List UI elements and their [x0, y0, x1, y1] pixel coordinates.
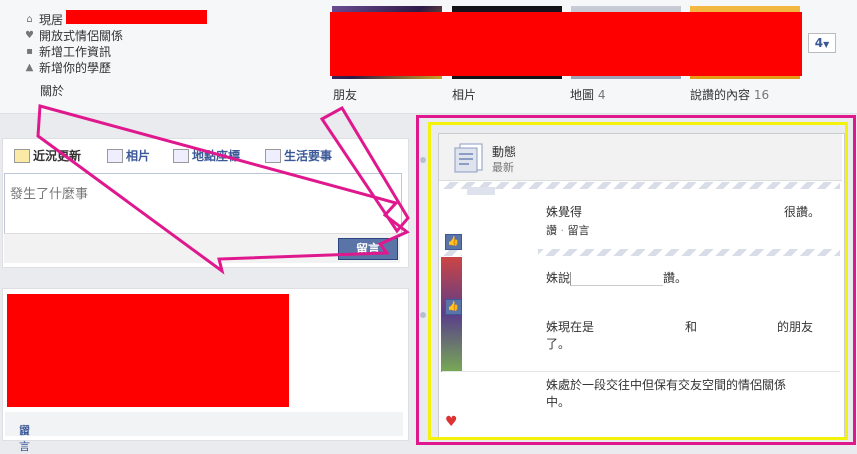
- annotation-arrow: [319, 105, 410, 234]
- annotation-arrow: [36, 104, 410, 275]
- annotation-arrows: [36, 104, 410, 275]
